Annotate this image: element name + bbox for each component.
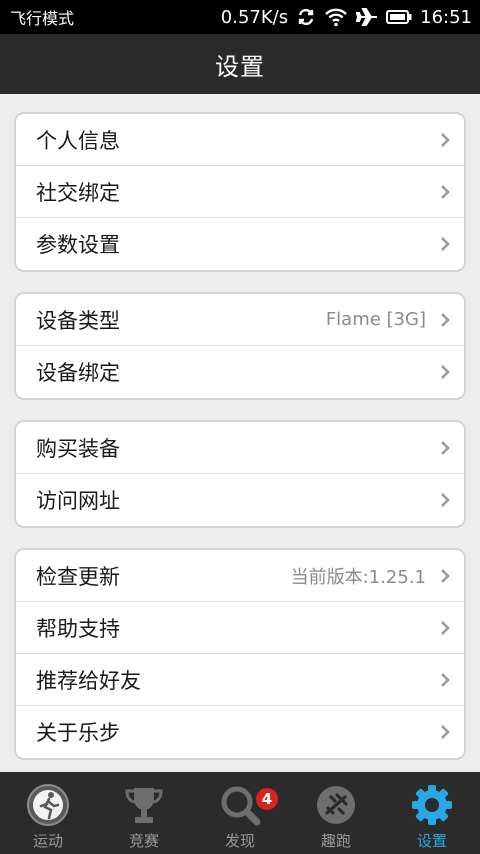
tab-label: 设置 [416,832,447,850]
chevron-right-icon [441,237,450,251]
settings-item-parameters[interactable]: 参数设置 [16,218,464,270]
settings-item-label: 设备类型 [36,308,120,333]
wifi-icon [325,8,347,27]
settings-item-label: 访问网址 [36,489,120,513]
settings-item-label: 设备绑定 [36,361,120,385]
tab-label: 发现 [224,832,255,850]
tab-discover[interactable]: 4 发现 [192,772,288,854]
bottom-tab-bar: 运动 竞赛 4 发现 趣跑 设置 [0,772,480,854]
clock: 16:51 [420,6,472,28]
tab-competition[interactable]: 竞赛 [96,772,192,854]
settings-item-label: 帮助支持 [36,616,120,641]
airplane-mode-text: 飞行模式 [10,9,75,28]
tab-fun-run[interactable]: 趣跑 [288,772,384,854]
tab-label: 竞赛 [128,832,159,850]
chevron-right-icon [441,568,450,583]
settings-item-label: 个人信息 [36,128,120,153]
network-speed: 0.57K/s [220,6,289,28]
settings-item-buy-gear[interactable]: 购买装备 [16,422,464,474]
settings-item-label: 检查更新 [36,564,120,589]
settings-item-label: 推荐给好友 [36,668,141,693]
settings-item-social-binding[interactable]: 社交绑定 [16,166,464,218]
fun-run-icon [317,786,355,824]
tab-label: 运动 [32,832,63,850]
trophy-icon [125,788,163,823]
title-bar: 设置 [0,34,480,94]
settings-group-about: 检查更新 当前版本:1.25.1 帮助支持 推荐给好友 关于乐步 [14,548,466,760]
current-version-value: 当前版本:1.25.1 [290,566,426,588]
chevron-right-icon [441,493,450,507]
page-title: 设置 [215,52,265,81]
chevron-right-icon [441,440,450,455]
settings-item-label: 社交绑定 [36,180,120,205]
gear-icon [412,785,452,825]
chevron-right-icon [441,672,450,687]
status-bar: 飞行模式 0.57K/s 16:51 [0,0,480,34]
settings-item-check-update[interactable]: 检查更新 当前版本:1.25.1 [16,550,464,602]
settings-item-about[interactable]: 关于乐步 [16,706,464,758]
sync-icon [298,8,314,26]
settings-item-recommend[interactable]: 推荐给好友 [16,654,464,706]
settings-item-personal-info[interactable]: 个人信息 [16,114,464,166]
chevron-right-icon [441,184,450,199]
settings-item-device-type[interactable]: 设备类型 Flame [3G] [16,294,464,346]
airplane-icon [356,8,378,26]
settings-group-device: 设备类型 Flame [3G] 设备绑定 [14,292,466,400]
chevron-right-icon [441,312,450,327]
status-icons: 0.57K/s 16:51 [221,7,472,28]
settings-item-visit-website[interactable]: 访问网址 [16,474,464,526]
settings-group-shop: 购买装备 访问网址 [14,420,466,528]
settings-item-label: 购买装备 [36,436,120,461]
tab-label: 趣跑 [320,832,351,850]
settings-item-label: 关于乐步 [36,721,120,745]
run-icon [27,784,69,826]
notification-badge: 4 [254,786,280,812]
battery-icon [386,10,412,24]
chevron-right-icon [441,725,450,739]
settings-group-account: 个人信息 社交绑定 参数设置 [14,112,466,272]
tab-settings[interactable]: 设置 [384,772,480,854]
chevron-right-icon [441,365,450,379]
tab-sport[interactable]: 运动 [0,772,96,854]
device-type-value: Flame [3G] [325,309,426,330]
chevron-right-icon [441,132,450,147]
settings-item-label: 参数设置 [36,233,120,257]
settings-item-device-binding[interactable]: 设备绑定 [16,346,464,398]
settings-list: 个人信息 社交绑定 参数设置 设备类型 Flame [3G] 设备绑定 购买装备… [0,94,480,772]
settings-item-help-support[interactable]: 帮助支持 [16,602,464,654]
chevron-right-icon [441,620,450,635]
